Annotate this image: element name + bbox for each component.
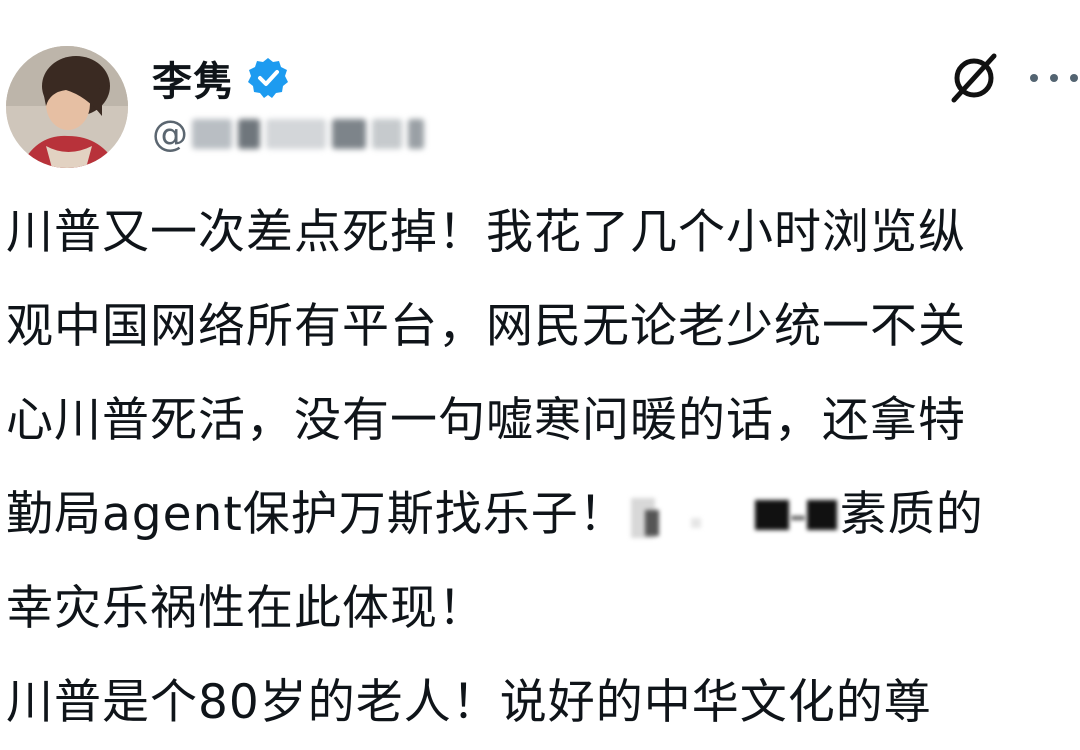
post-line-3: 心川普死活，没有一句嘘寒问暖的话，还拿特 [6,393,966,448]
avatar[interactable] [6,46,128,168]
avatar-image [6,46,128,168]
handle-redacted [192,119,430,149]
post-card: 李隽 @ 川普又一次差点死掉！我花了几个小时浏览纵 观中国网络所有平台，网民无论… [0,0,1080,734]
post-text: 川普又一次差点死掉！我花了几个小时浏览纵 观中国网络所有平台，网民无论老少统一不… [6,186,1076,750]
post-line-4-end: 素质的 [839,487,984,542]
post-line-4: 勤局agent保护万斯找乐子！ 素质的 [6,468,1076,562]
handle-row: @ [152,112,430,156]
grok-slash-icon[interactable] [946,50,1002,106]
post-line-6: 川普是个80岁的老人！说好的中华文化的尊 [6,675,932,730]
post-line-5: 幸灾乐祸性在此体现！ [6,581,486,636]
verified-badge-icon [246,56,290,100]
post-line-1: 川普又一次差点死掉！我花了几个小时浏览纵 [6,205,966,260]
more-dots-icon[interactable] [1030,60,1078,96]
post-line-4-start: 勤局agent保护万斯找乐子！ [6,487,627,542]
post-line-2: 观中国网络所有平台，网民无论老少统一不关 [6,299,966,354]
handle-prefix: @ [152,113,188,155]
redacted-block [630,488,837,548]
name-row: 李隽 [152,50,290,106]
display-name[interactable]: 李隽 [152,49,234,107]
post-header: 李隽 @ [0,0,1080,180]
